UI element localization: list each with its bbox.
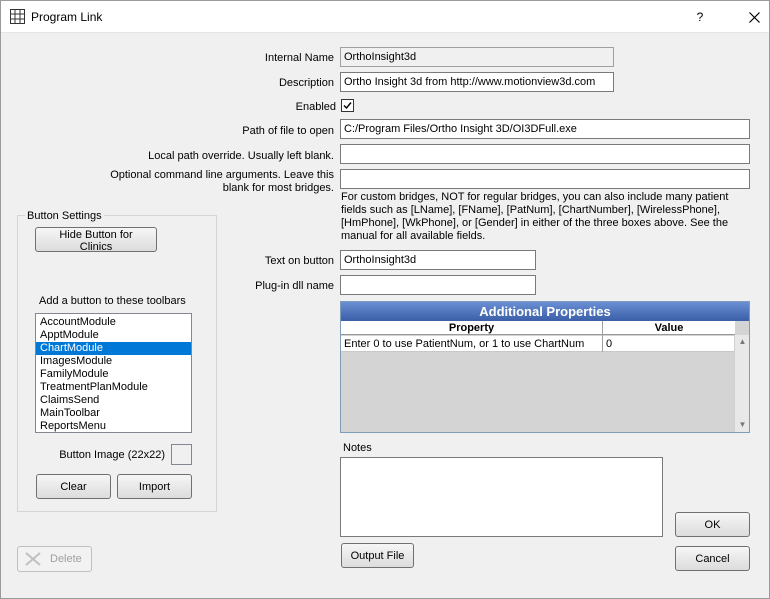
table-row[interactable]: Enter 0 to use PatientNum, or 1 to use C… — [341, 336, 735, 352]
plugin-dll-field[interactable] — [340, 275, 536, 295]
button-image-preview[interactable] — [171, 444, 192, 465]
list-item[interactable]: FamilyModule — [36, 368, 191, 381]
cancel-button[interactable]: Cancel — [675, 546, 750, 571]
close-icon — [748, 11, 760, 23]
window-title: Program Link — [31, 10, 103, 24]
custom-bridge-info: For custom bridges, NOT for regular brid… — [341, 191, 729, 242]
button-image-label: Button Image (22x22) — [59, 449, 165, 461]
plugin-dll-label: Plug-in dll name — [255, 280, 334, 292]
list-item[interactable]: AccountModule — [36, 316, 191, 329]
description-label: Description — [278, 77, 334, 89]
column-header-value[interactable]: Value — [603, 321, 735, 335]
list-item[interactable]: ApptModule — [36, 329, 191, 342]
text-on-button-field[interactable]: OrthoInsight3d — [340, 250, 536, 270]
ok-button[interactable]: OK — [675, 512, 750, 537]
toolbars-listbox[interactable]: AccountModule ApptModule ChartModule Ima… — [35, 313, 192, 433]
local-path-label: Local path override. Usually left blank. — [148, 150, 334, 162]
list-item[interactable]: ChartModule — [36, 342, 191, 355]
internal-name-field[interactable]: OrthoInsight3d — [340, 47, 614, 67]
column-divider — [602, 321, 603, 352]
hide-button-for-clinics-button[interactable]: Hide Button for Clinics — [35, 227, 157, 253]
cell-property[interactable]: Enter 0 to use PatientNum, or 1 to use C… — [341, 336, 602, 352]
program-link-window: Program Link ? Internal Name OrthoInsigh… — [0, 0, 770, 599]
delete-x-icon — [25, 552, 41, 566]
button-settings-title: Button Settings — [25, 210, 104, 222]
delete-label: Delete — [50, 553, 82, 565]
cmd-args-field[interactable] — [340, 169, 750, 189]
grid-app-icon — [10, 9, 25, 24]
description-field[interactable]: Ortho Insight 3d from http://www.motionv… — [340, 72, 614, 92]
additional-properties-grid[interactable]: Additional Properties Property Value Ent… — [340, 301, 750, 433]
grid-title: Additional Properties — [341, 302, 749, 321]
path-label: Path of file to open — [242, 125, 334, 137]
list-item[interactable]: TreatmentPlanModule — [36, 381, 191, 394]
internal-name-label: Internal Name — [264, 52, 334, 64]
scroll-up-icon[interactable]: ▲ — [735, 335, 750, 349]
grid-scrollbar[interactable]: ▲ ▼ — [734, 335, 749, 432]
import-button[interactable]: Import — [117, 474, 192, 499]
help-button[interactable]: ? — [687, 5, 713, 29]
grid-header: Property Value — [341, 321, 735, 335]
column-header-property[interactable]: Property — [341, 321, 602, 335]
toolbars-label: Add a button to these toolbars — [39, 295, 186, 307]
enabled-checkbox[interactable] — [341, 99, 354, 112]
clear-button[interactable]: Clear — [36, 474, 111, 499]
list-item[interactable]: MainToolbar — [36, 407, 191, 420]
list-item[interactable]: ClaimsSend — [36, 394, 191, 407]
delete-button[interactable]: Delete — [17, 546, 92, 572]
notes-label: Notes — [343, 442, 372, 454]
enabled-label: Enabled — [295, 101, 336, 113]
path-field[interactable]: C:/Program Files/Ortho Insight 3D/OI3DFu… — [340, 119, 750, 139]
title-bar: Program Link ? — [1, 1, 769, 33]
local-path-field[interactable] — [340, 144, 750, 164]
list-item[interactable]: ImagesModule — [36, 355, 191, 368]
text-on-button-label: Text on button — [264, 255, 334, 267]
output-file-button[interactable]: Output File — [341, 543, 414, 568]
close-button[interactable] — [741, 5, 767, 29]
cell-value[interactable]: 0 — [603, 336, 735, 352]
scroll-down-icon[interactable]: ▼ — [735, 418, 750, 432]
notes-textarea[interactable] — [340, 457, 663, 537]
list-item[interactable]: ReportsMenu — [36, 420, 191, 432]
checkmark-icon — [343, 102, 352, 110]
cmd-args-label: Optional command line arguments. Leave t… — [110, 169, 334, 194]
